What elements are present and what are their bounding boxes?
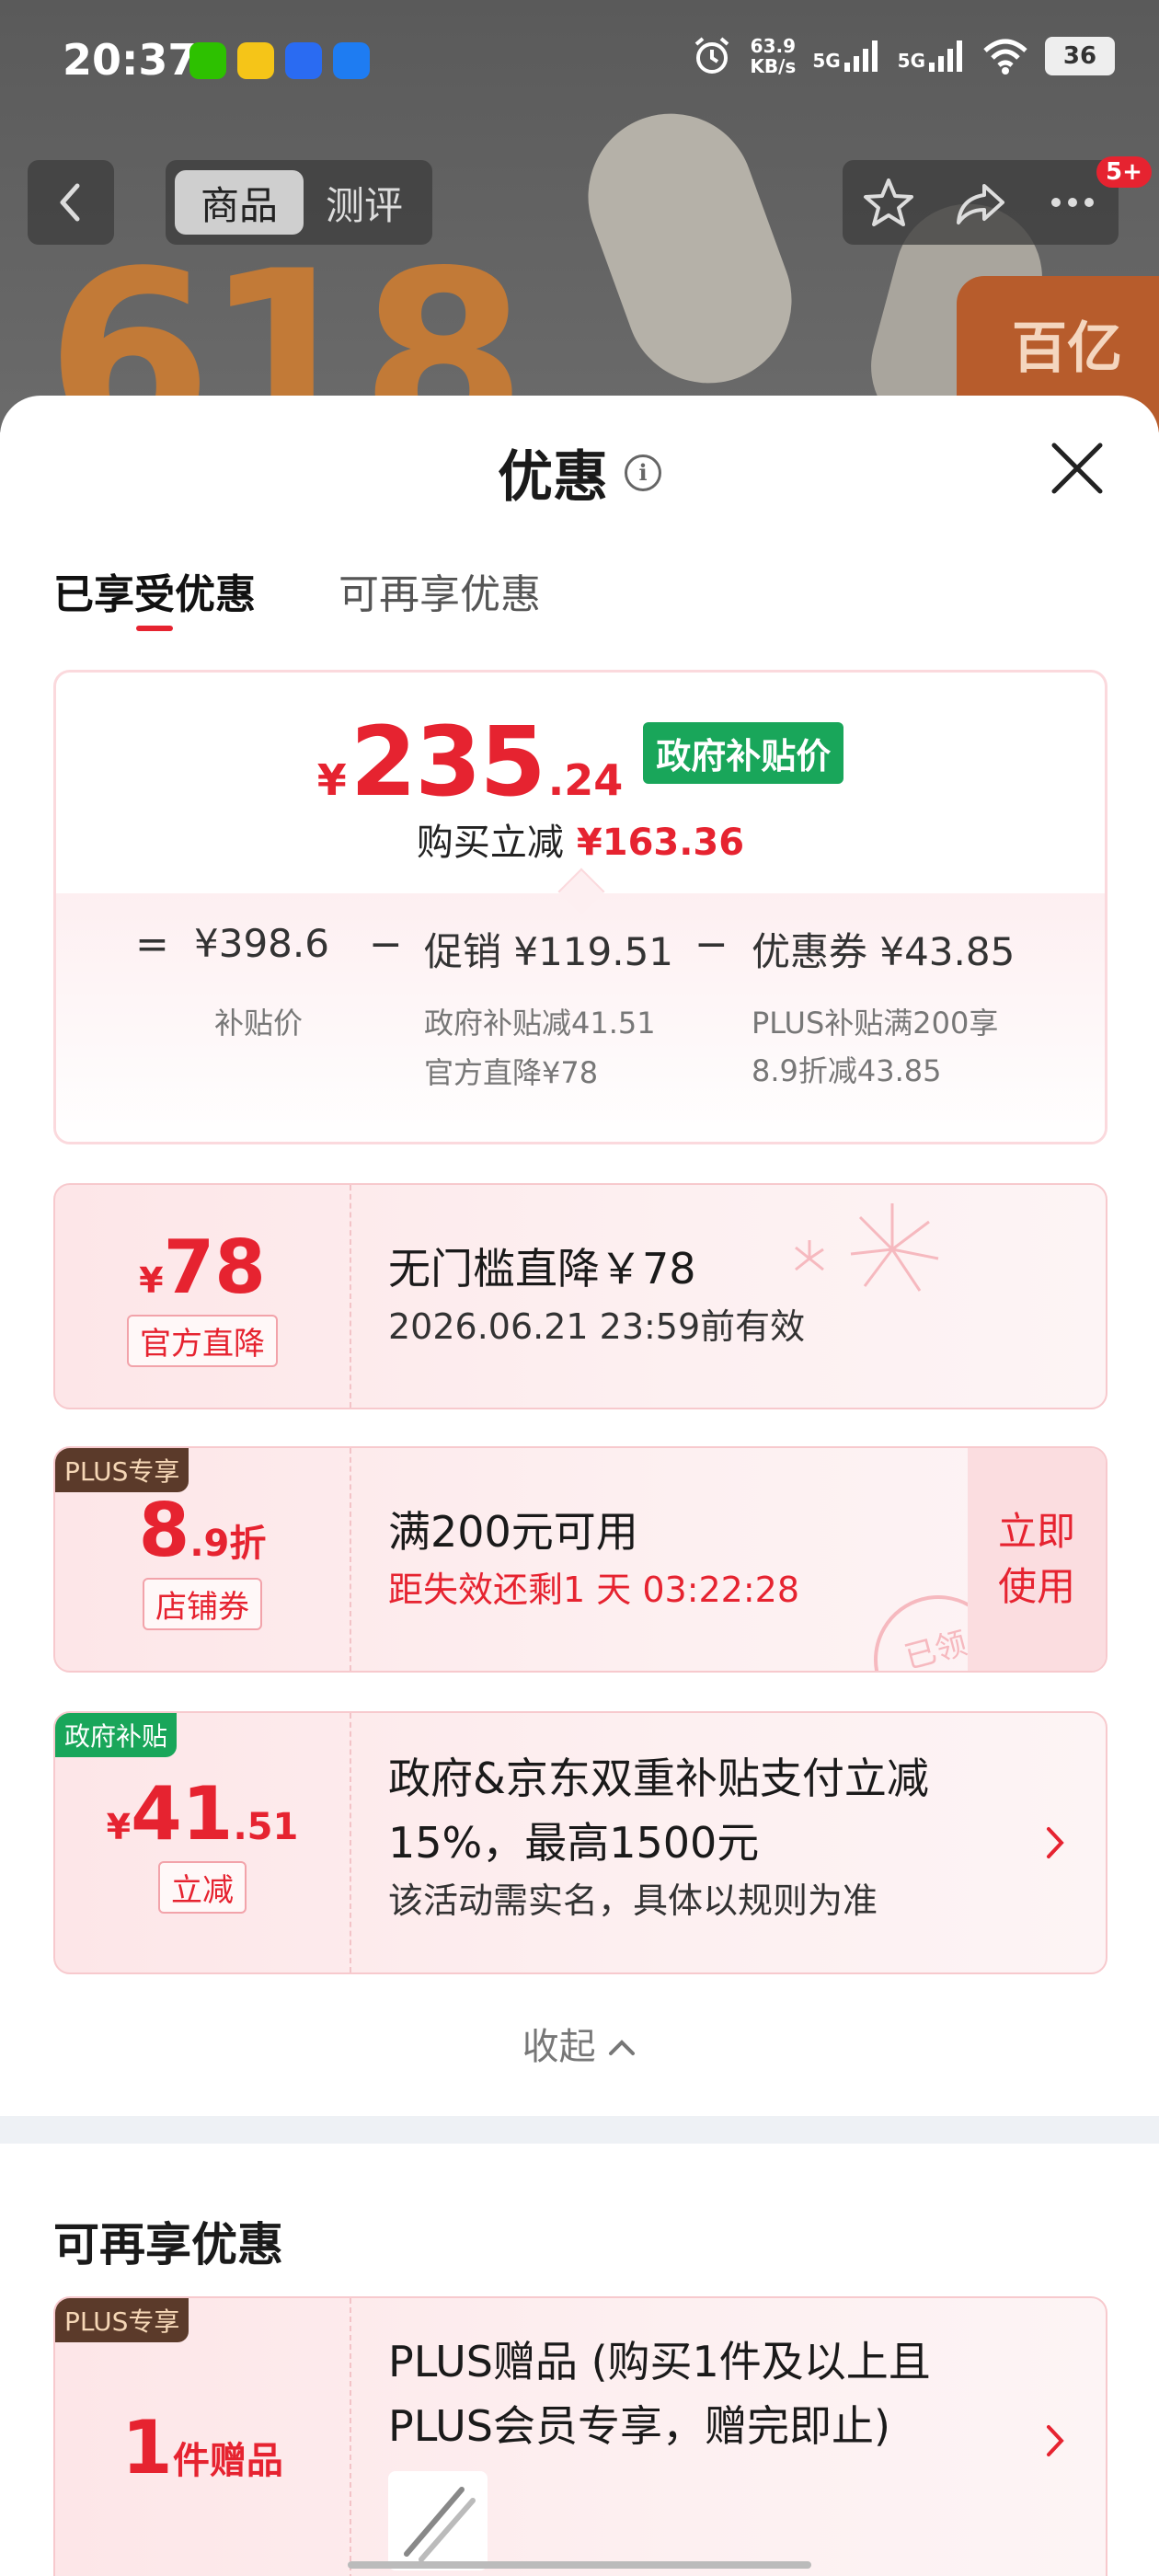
coupon-countdown: 距失效还剩1 天 03:22:28 xyxy=(388,1570,800,1610)
coupon-type-label: 店铺券 xyxy=(143,1577,262,1630)
gift-thumbnail xyxy=(388,2471,488,2570)
sheet-title: 优惠 i xyxy=(0,432,1159,512)
wifi-icon xyxy=(983,39,1027,75)
earbud-image xyxy=(565,90,815,407)
chat-app-icon xyxy=(333,42,370,79)
coupon-note: 该活动需实名，具体以规则为准 xyxy=(388,1880,878,1921)
coupon-gov-subsidy[interactable]: 政府补贴 ¥41.51 立减 政府&京东双重补贴支付立减 15%，最高1500元… xyxy=(53,1711,1107,1974)
network-speed: 63.9 KB/s xyxy=(750,35,797,77)
coupon-title: 无门槛直降￥78 xyxy=(388,1244,696,1294)
nav-actions xyxy=(843,160,1119,245)
alarm-icon xyxy=(695,37,729,74)
sheet-title-text: 优惠 xyxy=(498,445,608,510)
close-button[interactable] xyxy=(1045,436,1109,500)
tab-available[interactable]: 可再享优惠 xyxy=(339,561,541,620)
signal-5g-1: 5G xyxy=(812,40,880,72)
plus-coupon-detail-2: 8.9折减43.85 xyxy=(752,1053,942,1088)
coupon-plus-gift[interactable]: PLUS专享 1 件赠品 PLUS赠品 (购买1件及以上且 PLUS会员专享，赠完… xyxy=(53,2296,1107,2576)
page-tabs: 商品 测评 xyxy=(166,160,432,245)
chevron-right-icon[interactable] xyxy=(1041,2418,1069,2464)
chevron-up-icon xyxy=(609,2040,636,2055)
status-bar: 20:37 63.9 KB/s 5G 5G 36 xyxy=(0,0,1159,120)
discount-tabs: 已享受优惠 可再享优惠 xyxy=(53,561,541,631)
tab-product[interactable]: 商品 xyxy=(175,170,304,235)
gov-subsidy-tag: 政府补贴价 xyxy=(643,721,844,784)
subsidy-price-label: 补贴价 xyxy=(214,1006,304,1041)
use-now-button[interactable]: 立即 使用 xyxy=(968,1448,1106,1671)
coupon-title: 满200元可用 xyxy=(388,1507,638,1557)
coupon-plus-discount[interactable]: PLUS专享 8.9折 店铺券 满200元可用 距失效还剩1 天 03:22:2… xyxy=(53,1446,1107,1673)
coupon-total: 优惠券 ¥43.85 xyxy=(752,929,1016,974)
status-indicators: 63.9 KB/s 5G 5G 36 xyxy=(691,35,1115,77)
notification-badge: 5+ xyxy=(1096,156,1152,188)
battery-indicator: 36 xyxy=(1045,37,1115,75)
minus-sign: − xyxy=(369,921,403,968)
signal-icon xyxy=(843,40,878,72)
info-icon[interactable]: i xyxy=(625,454,661,491)
more-icon[interactable] xyxy=(1043,173,1102,232)
equals-sign: = xyxy=(135,921,169,968)
coupon-direct-reduction[interactable]: ¥78 官方直降 无门槛直降￥78 2026.06.21 23:59前有效 xyxy=(53,1183,1107,1409)
tab-review[interactable]: 测评 xyxy=(326,175,403,231)
final-price: ¥ 235 .24 政府补贴价 xyxy=(56,706,1105,818)
share-icon[interactable] xyxy=(951,173,1010,232)
price-summary-card: ¥ 235 .24 政府补贴价 购买立减 ¥163.36 = ¥398.6 补贴价… xyxy=(53,670,1107,1144)
price-breakdown: = ¥398.6 补贴价 − 促销 ¥119.51 政府补贴减41.51 官方直… xyxy=(56,868,1105,1142)
coupon-title-line1: 政府&京东双重补贴支付立减 xyxy=(388,1754,929,1803)
direct-reduction-detail: 官方直降¥78 xyxy=(424,1055,599,1090)
promotion-total: 促销 ¥119.51 xyxy=(424,929,674,974)
gift-title-line1: PLUS赠品 (购买1件及以上且 xyxy=(388,2337,931,2386)
cleaning-pen-icon xyxy=(404,2487,476,2562)
wechat-icon xyxy=(189,42,226,79)
coupon-title-line2: 15%，最高1500元 xyxy=(388,1818,760,1868)
tab-enjoyed[interactable]: 已享受优惠 xyxy=(53,561,256,631)
message-app-icon xyxy=(285,42,322,79)
gift-title-line2: PLUS会员专享，赠完即止) xyxy=(388,2401,890,2451)
firework-decoration-icon xyxy=(795,1203,939,1292)
chevron-left-icon xyxy=(60,183,80,222)
status-time: 20:37 xyxy=(63,35,198,85)
star-icon[interactable] xyxy=(859,173,918,232)
subsidy-price: ¥398.6 xyxy=(194,921,329,966)
signal-5g-2: 5G xyxy=(898,40,966,72)
plus-coupon-detail: PLUS补贴满200享 xyxy=(752,1006,999,1041)
notification-icons xyxy=(189,42,370,79)
back-button[interactable] xyxy=(28,160,114,245)
coupon-validity: 2026.06.21 23:59前有效 xyxy=(388,1306,806,1347)
purchase-reduction: 购买立减 ¥163.36 xyxy=(416,822,745,864)
minus-sign: − xyxy=(694,921,729,968)
gov-subsidy-detail: 政府补贴减41.51 xyxy=(424,1006,656,1041)
discount-sheet: 优惠 i 已享受优惠 可再享优惠 ¥ 235 .24 政府补贴价 购买立减 ¥16… xyxy=(0,396,1159,2116)
coupon-type-label: 官方直降 xyxy=(127,1314,278,1367)
chevron-right-icon[interactable] xyxy=(1041,1820,1069,1866)
home-indicator[interactable] xyxy=(348,2561,811,2569)
signal-icon xyxy=(929,40,962,72)
section-title: 可再享优惠 xyxy=(53,2218,283,2271)
collapse-button[interactable]: 收起 xyxy=(0,2017,1159,2070)
app-notification-icon xyxy=(237,42,274,79)
coupon-type-label: 立减 xyxy=(158,1860,247,1914)
